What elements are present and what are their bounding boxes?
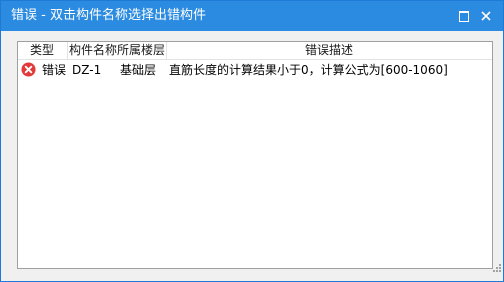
column-header-description[interactable]: 错误描述 — [305, 42, 353, 59]
window-title: 错误 - 双击构件名称选择出错构件 — [11, 8, 206, 23]
cell-type: 错误 — [42, 63, 67, 77]
column-header-component-name[interactable]: 构件名称 — [69, 42, 117, 59]
cell-floor: 基础层 — [120, 63, 157, 77]
cell-description: 直筋长度的计算结果小于0，计算公式为[600-1060] — [169, 63, 448, 77]
error-circle-icon — [21, 62, 36, 77]
close-icon — [481, 11, 491, 21]
maximize-button[interactable] — [456, 8, 472, 24]
maximize-icon — [459, 11, 469, 22]
close-button[interactable] — [478, 8, 494, 24]
list-header: 类型 构件名称 所属楼层 错误描述 — [18, 42, 492, 60]
column-header-floor[interactable]: 所属楼层 — [117, 42, 165, 59]
table-row[interactable]: 错误 DZ-1 基础层 直筋长度的计算结果小于0，计算公式为[600-1060] — [18, 60, 492, 80]
cell-component-name[interactable]: DZ-1 — [72, 60, 101, 80]
resize-grip-icon[interactable] — [492, 263, 502, 273]
error-dialog: 错误 - 双击构件名称选择出错构件 类型 构件名称 所属楼层 错误描述 错误 D… — [0, 0, 504, 282]
column-divider[interactable] — [166, 42, 167, 59]
title-bar[interactable]: 错误 - 双击构件名称选择出错构件 — [1, 1, 503, 31]
column-header-type[interactable]: 类型 — [30, 42, 54, 59]
error-list[interactable]: 类型 构件名称 所属楼层 错误描述 错误 DZ-1 基础层 直筋长度的计算结果小… — [17, 41, 493, 269]
column-divider[interactable] — [67, 42, 68, 59]
